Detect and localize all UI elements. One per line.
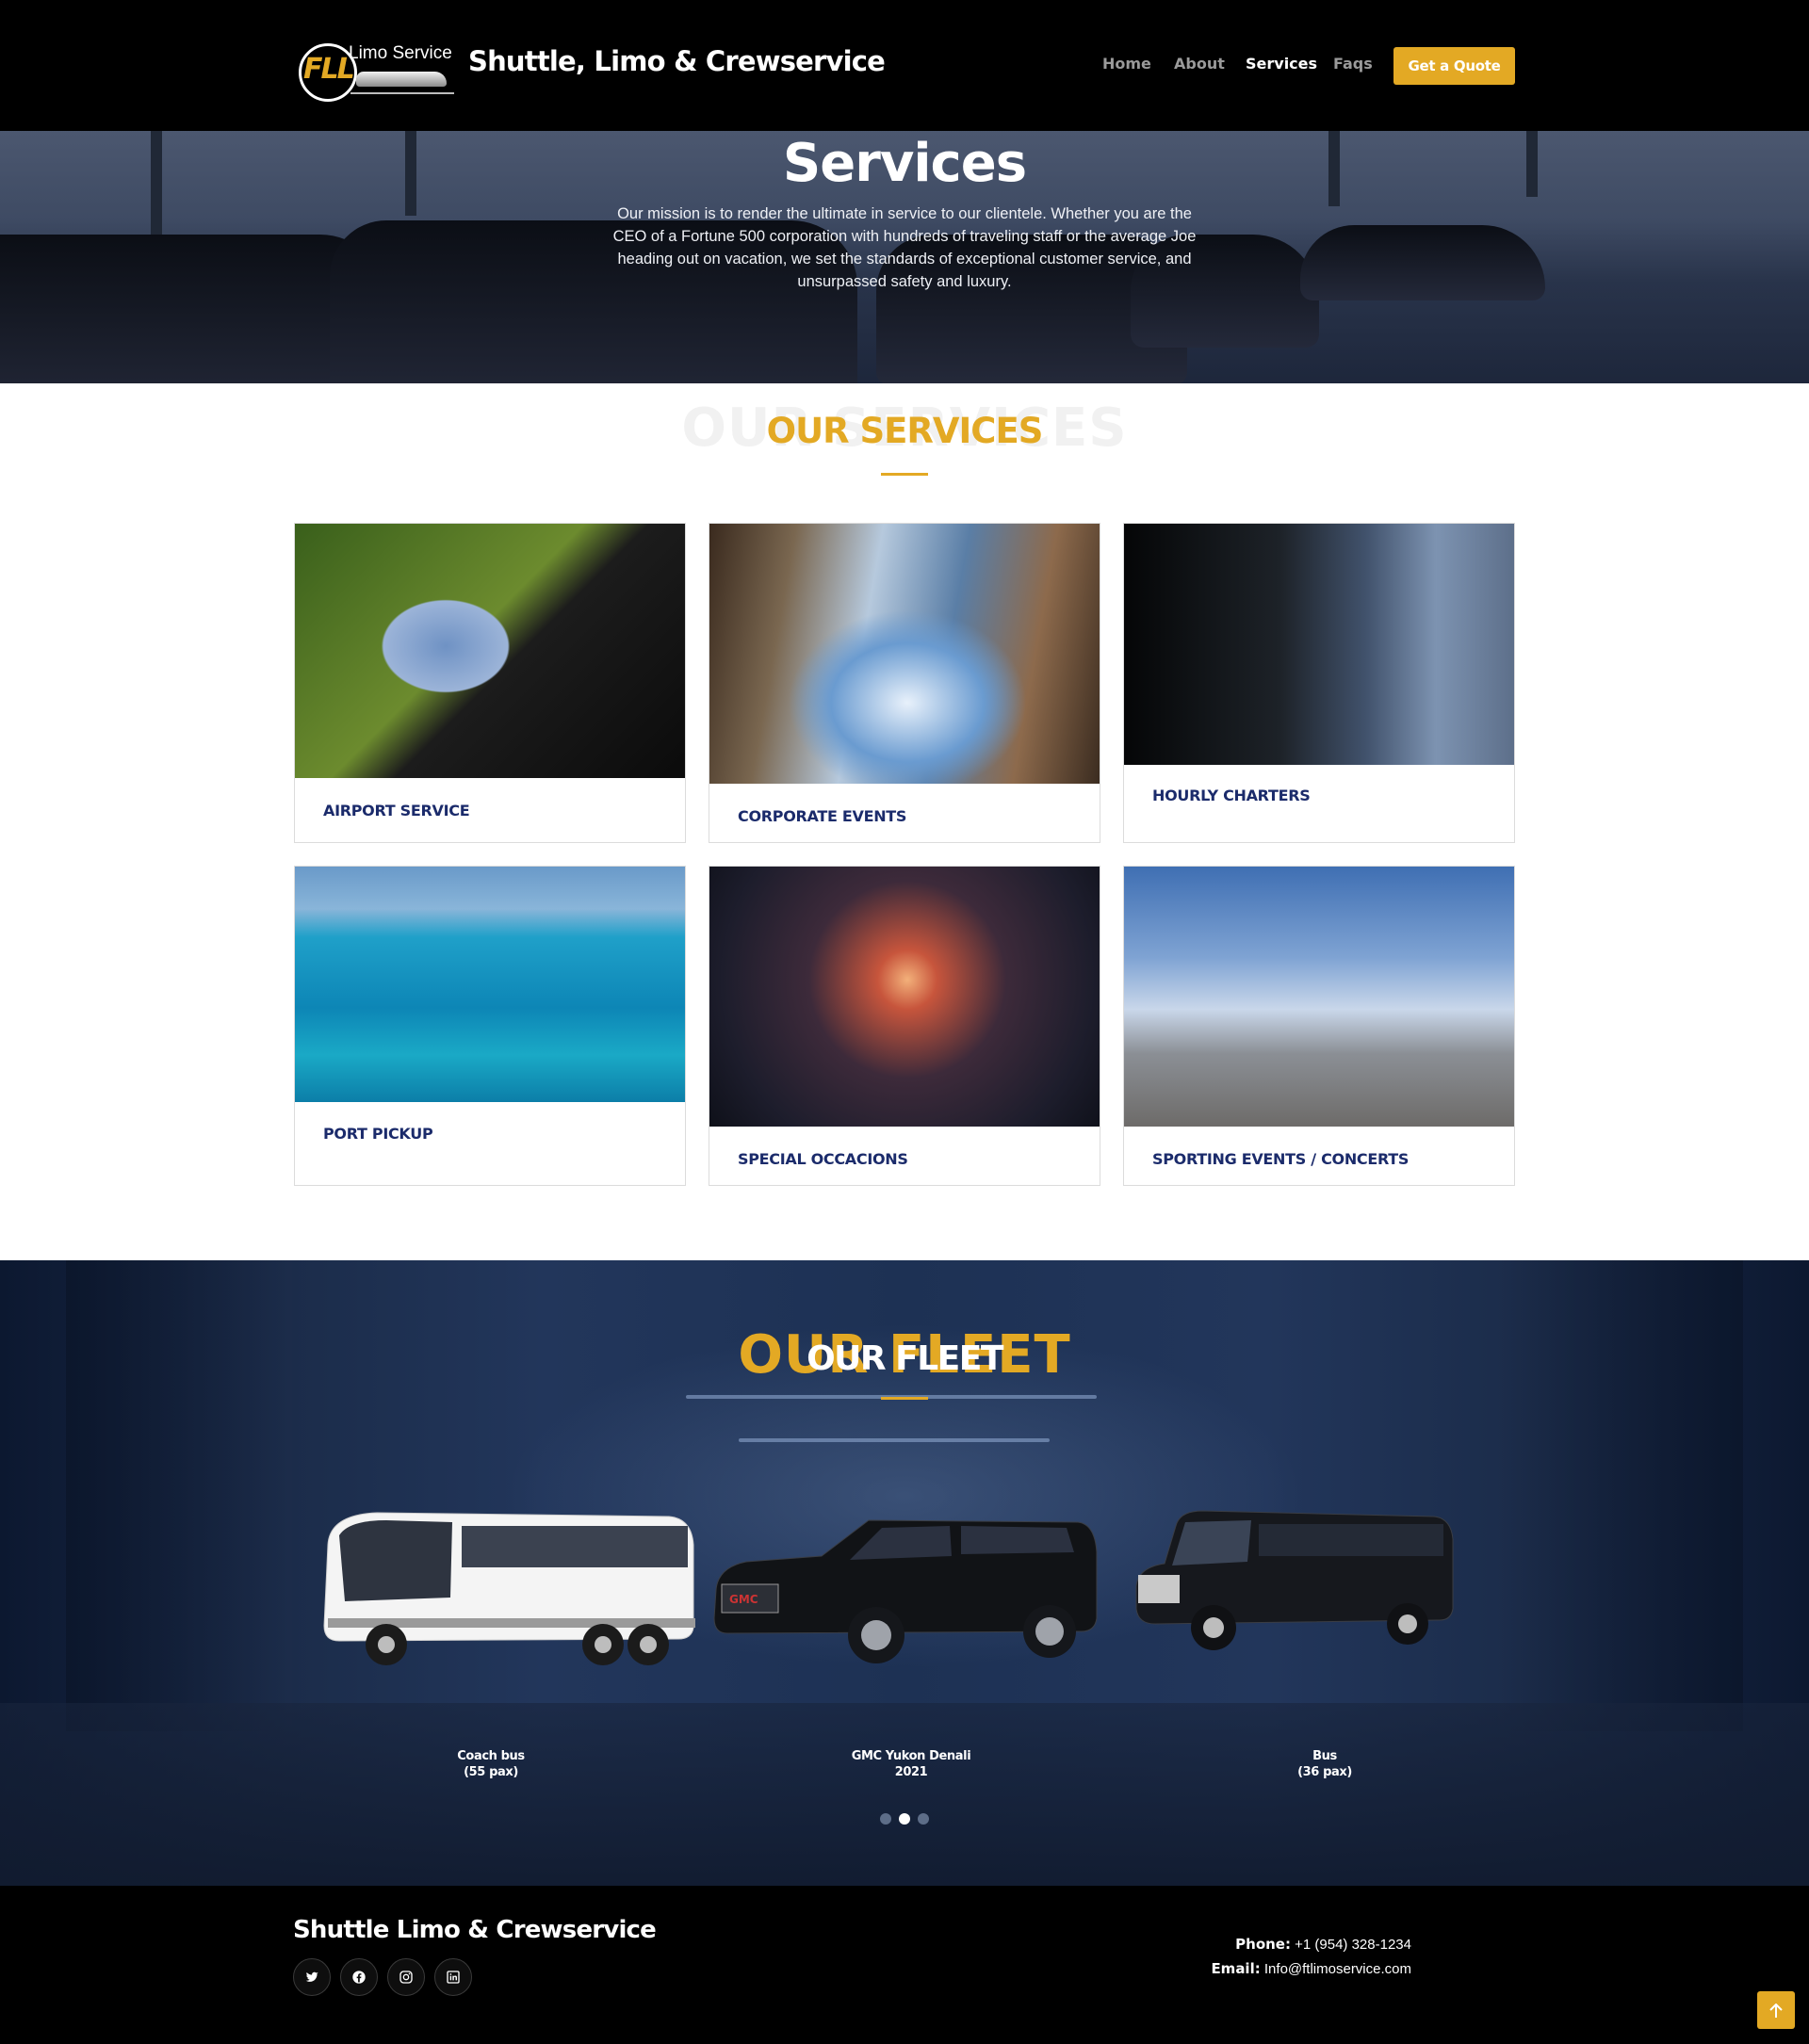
logo-car-icon	[356, 72, 447, 87]
nav-services[interactable]: Services	[1246, 55, 1317, 73]
services-heading: OUR SERVICES	[766, 411, 1044, 451]
service-card-airport[interactable]: AIRPORT SERVICE	[294, 523, 686, 843]
instagram-icon[interactable]	[387, 1958, 425, 1996]
vehicle-detail: 2021	[894, 1765, 928, 1779]
gmc-yukon-image[interactable]: GMC	[709, 1515, 1100, 1675]
vehicle-caption: Bus (36 pax)	[1183, 1748, 1466, 1780]
nav-home[interactable]: Home	[1102, 55, 1151, 73]
email-label: Email:	[1211, 1960, 1261, 1977]
back-to-top-button[interactable]	[1757, 1991, 1795, 2029]
hero-title: Services	[782, 133, 1027, 194]
coach-bus-image[interactable]	[311, 1507, 697, 1677]
service-card-corporate[interactable]: CORPORATE EVENTS	[709, 523, 1100, 843]
fleet-heading: OUR FLEET	[807, 1339, 1003, 1378]
email-value[interactable]: Info@ftlimoservice.com	[1264, 1961, 1411, 1977]
fleet-section: OUR FLEET OUR FLEET GMC Coach bus (55 pa…	[0, 1260, 1809, 1886]
logo-swoosh	[350, 92, 454, 94]
footer-brand: Shuttle Limo & Crewservice	[293, 1916, 657, 1944]
get-quote-button[interactable]: Get a Quote	[1393, 47, 1515, 85]
site-header: FLL Limo Service Shuttle, Limo & Crewser…	[0, 0, 1809, 131]
vehicle-detail: (36 pax)	[1297, 1765, 1352, 1779]
hero-text: Our mission is to render the ultimate in…	[612, 205, 1197, 290]
service-card-sporting[interactable]: SPORTING EVENTS / CONCERTS	[1123, 866, 1515, 1186]
logo-text: Limo Service	[349, 43, 452, 63]
service-card-port[interactable]: PORT PICKUP	[294, 866, 686, 1186]
party-bus-image[interactable]	[1127, 1507, 1457, 1665]
stadium-image	[1124, 867, 1514, 1127]
service-card-label: AIRPORT SERVICE	[323, 802, 470, 819]
service-card-special[interactable]: SPECIAL OCCACIONS	[709, 866, 1100, 1186]
hourly-image	[1124, 524, 1514, 765]
logo-mark: FLL	[303, 53, 355, 86]
vehicle-caption: Coach bus (55 pax)	[350, 1748, 632, 1780]
footer-phone: Phone: +1 (954) 328-1234	[1235, 1936, 1411, 1953]
nav-faqs[interactable]: Faqs	[1333, 55, 1373, 73]
twitter-icon[interactable]	[293, 1958, 331, 1996]
corporate-image	[709, 524, 1100, 784]
service-card-label: HOURLY CHARTERS	[1152, 787, 1311, 804]
fleet-underline	[881, 1397, 928, 1400]
fireworks-image	[709, 867, 1100, 1127]
carousel-dot-3[interactable]	[918, 1813, 929, 1825]
vehicle-name: Bus	[1312, 1749, 1337, 1763]
phone-value[interactable]: +1 (954) 328-1234	[1295, 1937, 1411, 1953]
service-card-label: PORT PICKUP	[323, 1125, 433, 1143]
fleet-light	[739, 1438, 1050, 1442]
service-card-label: SPORTING EVENTS / CONCERTS	[1152, 1150, 1410, 1168]
phone-label: Phone:	[1235, 1936, 1291, 1953]
service-card-label: SPECIAL OCCACIONS	[738, 1150, 908, 1168]
arrow-up-icon	[1769, 2003, 1783, 2019]
carousel-dot-2[interactable]	[899, 1813, 910, 1825]
logo[interactable]: FLL Limo Service	[294, 32, 454, 102]
svg-text:GMC: GMC	[729, 1593, 758, 1606]
footer-email: Email: Info@ftlimoservice.com	[1211, 1960, 1411, 1977]
vehicle-name: GMC Yukon Denali	[851, 1749, 971, 1763]
vehicle-name: Coach bus	[457, 1749, 525, 1763]
services-underline	[881, 473, 928, 476]
vehicle-detail: (55 pax)	[464, 1765, 518, 1779]
linkedin-icon[interactable]	[434, 1958, 472, 1996]
port-image	[295, 867, 685, 1102]
facebook-icon[interactable]	[340, 1958, 378, 1996]
service-card-hourly[interactable]: HOURLY CHARTERS	[1123, 523, 1515, 843]
hero-car	[0, 235, 386, 383]
site-brand[interactable]: Shuttle, Limo & Crewservice	[468, 45, 886, 77]
site-footer: Shuttle Limo & Crewservice Phone: +1 (95…	[0, 1886, 1809, 2044]
vehicle-caption: GMC Yukon Denali 2021	[770, 1748, 1052, 1780]
nav-about[interactable]: About	[1174, 55, 1225, 73]
service-card-label: CORPORATE EVENTS	[738, 807, 907, 825]
fleet-floor	[0, 1703, 1809, 1886]
carousel-dot-1[interactable]	[880, 1813, 891, 1825]
hero-car	[1300, 225, 1545, 300]
airport-image	[295, 524, 685, 778]
